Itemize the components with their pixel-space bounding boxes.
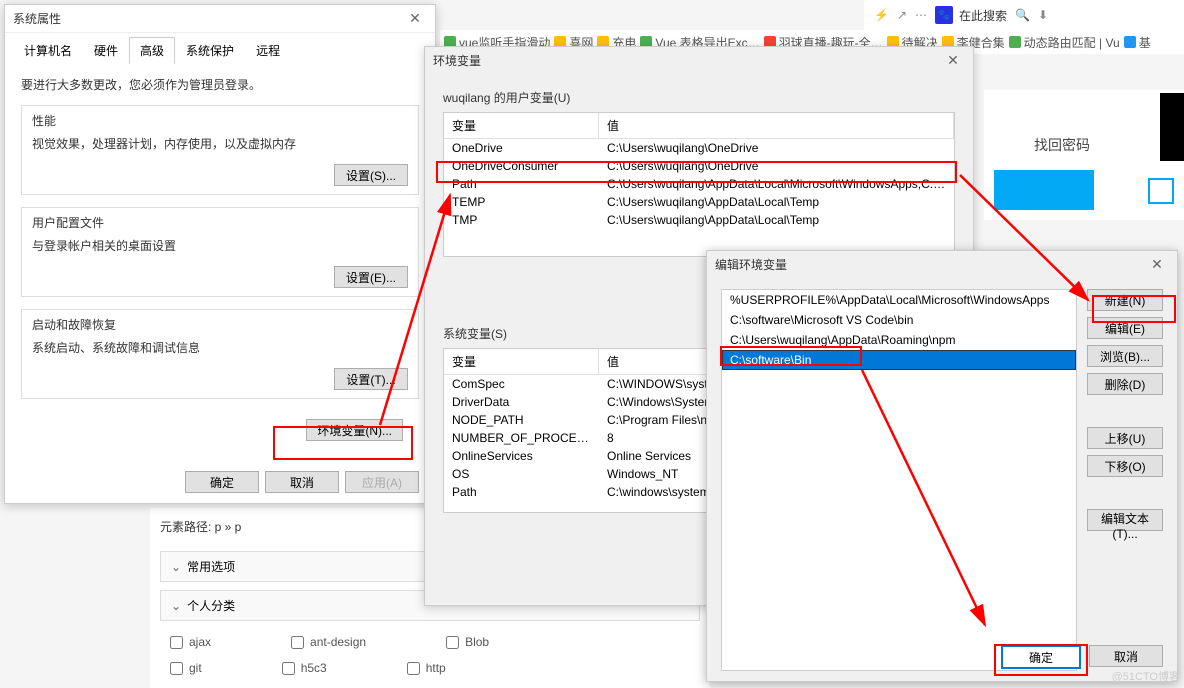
browse-button[interactable]: 浏览(B)...	[1087, 345, 1163, 367]
edit-text-button[interactable]: 编辑文本(T)...	[1087, 509, 1163, 531]
new-button[interactable]: 新建(N)	[1087, 289, 1163, 311]
edit-buttons-column: 新建(N) 编辑(E) 浏览(B)... 删除(D) 上移(U) 下移(O) 编…	[1087, 289, 1163, 671]
list-item[interactable]: C:\software\Bin	[722, 350, 1076, 370]
performance-group: 性能 视觉效果，处理器计划，内存使用，以及虚拟内存 设置(S)...	[21, 105, 419, 195]
tab-computer-name[interactable]: 计算机名	[13, 37, 83, 64]
tag-h5c3[interactable]: h5c3	[282, 661, 327, 675]
search-placeholder: 在此搜索	[959, 7, 1007, 24]
edit-button[interactable]: 编辑(E)	[1087, 317, 1163, 339]
system-properties-dialog: 系统属性 ✕ 计算机名 硬件 高级 系统保护 远程 要进行大多数更改，您必须作为…	[4, 4, 436, 504]
dialog-title: 系统属性	[13, 10, 61, 27]
ok-button[interactable]: 确定	[1001, 645, 1081, 669]
close-button[interactable]: ✕	[403, 7, 427, 31]
tab-hardware[interactable]: 硬件	[83, 37, 129, 64]
table-row[interactable]: TMPC:\Users\wuqilang\AppData\Local\Temp	[444, 211, 954, 229]
group-title: 用户配置文件	[22, 208, 418, 233]
startup-recovery-group: 启动和故障恢复 系统启动、系统故障和调试信息 设置(T)...	[21, 309, 419, 399]
tags-row: ajax ant-design Blob	[160, 629, 700, 655]
edit-env-variable-dialog: 编辑环境变量 ✕ %USERPROFILE%\AppData\Local\Mic…	[706, 250, 1178, 682]
bg-image-strip	[1160, 93, 1184, 161]
list-item[interactable]: C:\Users\wuqilang\AppData\Roaming\npm	[722, 330, 1076, 350]
user-vars-table[interactable]: 变量 值 OneDriveC:\Users\wuqilang\OneDriveO…	[443, 112, 955, 257]
tags-row: git h5c3 http	[160, 655, 700, 681]
env-variables-button[interactable]: 环境变量(N)...	[306, 419, 403, 441]
dialog-titlebar: 系统属性 ✕	[5, 5, 435, 33]
table-header: 变量 值	[444, 113, 954, 139]
edit-body: %USERPROFILE%\AppData\Local\Microsoft\Wi…	[707, 279, 1177, 681]
login-button[interactable]	[994, 170, 1094, 210]
baidu-icon: 🐾	[935, 6, 953, 24]
bg-login-panel: 找回密码	[984, 90, 1184, 220]
table-row[interactable]: OneDriveC:\Users\wuqilang\OneDrive	[444, 139, 954, 157]
group-desc: 与登录帐户相关的桌面设置	[22, 233, 418, 258]
tabs: 计算机名 硬件 高级 系统保护 远程	[5, 33, 435, 64]
delete-button[interactable]: 删除(D)	[1087, 373, 1163, 395]
close-button[interactable]: ✕	[941, 49, 965, 73]
group-desc: 视觉效果，处理器计划，内存使用，以及虚拟内存	[22, 131, 418, 156]
move-up-button[interactable]: 上移(U)	[1087, 427, 1163, 449]
watermark: @51CTO博客	[1112, 668, 1180, 684]
share-icon[interactable]: ↗	[897, 8, 907, 22]
bolt-icon[interactable]: ⚡	[874, 8, 889, 22]
move-down-button[interactable]: 下移(O)	[1087, 455, 1163, 477]
table-row[interactable]: PathC:\Users\wuqilang\AppData\Local\Micr…	[444, 175, 954, 193]
browser-toolbar: ⚡ ↗ ⋯ 🐾 在此搜索 🔍 ⬇	[864, 0, 1184, 30]
tab-system-protection[interactable]: 系统保护	[175, 37, 245, 64]
group-title: 性能	[22, 106, 418, 131]
browser-search[interactable]: 🐾 在此搜索	[935, 6, 1007, 24]
dialog-titlebar: 编辑环境变量 ✕	[707, 251, 1177, 279]
list-item[interactable]: %USERPROFILE%\AppData\Local\Microsoft\Wi…	[722, 290, 1076, 310]
tag-ajax[interactable]: ajax	[170, 635, 211, 649]
dialog-title: 环境变量	[433, 52, 481, 69]
chevron-down-icon: ⌄	[171, 599, 181, 613]
ok-button[interactable]: 确定	[185, 471, 259, 493]
col-value: 值	[599, 113, 954, 138]
dialog-body: 要进行大多数更改，您必须作为管理员登录。 性能 视觉效果，处理器计划，内存使用，…	[5, 64, 435, 453]
table-row[interactable]: OneDriveConsumerC:\Users\wuqilang\OneDri…	[444, 157, 954, 175]
path-entries-list[interactable]: %USERPROFILE%\AppData\Local\Microsoft\Wi…	[721, 289, 1077, 671]
more-icon[interactable]: ⋯	[915, 8, 927, 22]
list-item[interactable]: C:\software\Microsoft VS Code\bin	[722, 310, 1076, 330]
tab-advanced[interactable]: 高级	[129, 37, 175, 64]
dialog-title: 编辑环境变量	[715, 256, 787, 273]
dialog-footer: 确定 取消 应用(A)	[185, 471, 419, 493]
cancel-button[interactable]: 取消	[265, 471, 339, 493]
tab-remote[interactable]: 远程	[245, 37, 291, 64]
chevron-down-icon: ⌄	[171, 560, 181, 574]
download-icon[interactable]: ⬇	[1038, 8, 1048, 22]
user-vars-label: wuqilang 的用户变量(U)	[443, 89, 955, 106]
group-desc: 系统启动、系统故障和调试信息	[22, 335, 418, 360]
col-variable: 变量	[444, 113, 599, 138]
bookmark-item[interactable]: 动态路由匹配 | Vu	[1009, 34, 1120, 51]
dialog-titlebar: 环境变量 ✕	[425, 47, 973, 75]
group-title: 启动和故障恢复	[22, 310, 418, 335]
profile-settings-button[interactable]: 设置(E)...	[334, 266, 408, 288]
startup-settings-button[interactable]: 设置(T)...	[334, 368, 408, 390]
apply-button: 应用(A)	[345, 471, 419, 493]
admin-info-text: 要进行大多数更改，您必须作为管理员登录。	[21, 76, 419, 93]
qr-code-icon[interactable]	[1148, 178, 1174, 204]
close-button[interactable]: ✕	[1145, 253, 1169, 277]
col-variable: 变量	[444, 349, 599, 374]
table-row[interactable]: TEMPC:\Users\wuqilang\AppData\Local\Temp	[444, 193, 954, 211]
recover-password-link[interactable]: 找回密码	[1034, 135, 1090, 155]
bookmark-item[interactable]: 基	[1124, 34, 1151, 51]
cancel-button[interactable]: 取消	[1089, 645, 1163, 667]
perf-settings-button[interactable]: 设置(S)...	[334, 164, 408, 186]
tag-git[interactable]: git	[170, 661, 202, 675]
search-icon[interactable]: 🔍	[1015, 8, 1030, 22]
tag-http[interactable]: http	[407, 661, 446, 675]
user-profile-group: 用户配置文件 与登录帐户相关的桌面设置 设置(E)...	[21, 207, 419, 297]
tag-ant-design[interactable]: ant-design	[291, 635, 366, 649]
tag-blob[interactable]: Blob	[446, 635, 489, 649]
edit-footer: 确定 取消	[1001, 645, 1163, 669]
